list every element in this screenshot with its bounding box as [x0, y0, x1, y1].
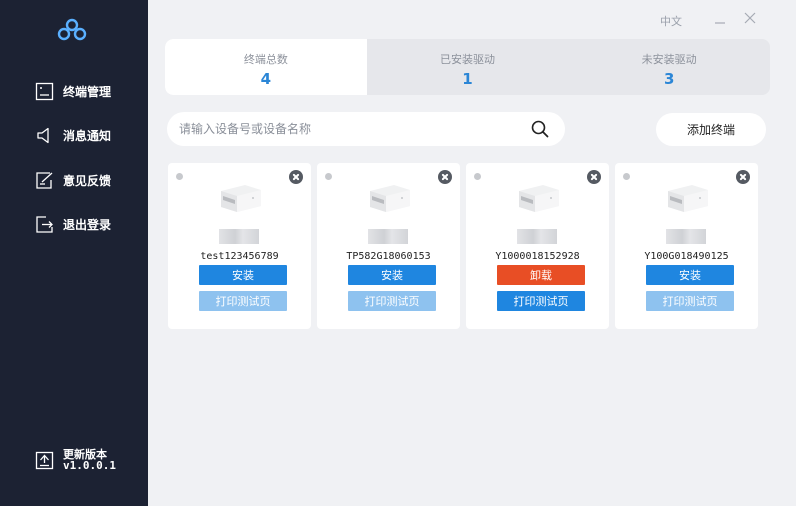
tab-total-terminals[interactable]: 终端总数 4: [165, 39, 367, 95]
tab-uninstalled-drivers[interactable]: 未安装驱动 3: [568, 39, 770, 95]
remove-terminal-icon[interactable]: [736, 170, 750, 184]
printer-icon: [668, 185, 708, 212]
device-serial: Y1000018152928: [495, 251, 580, 262]
remove-terminal-icon[interactable]: [438, 170, 452, 184]
add-terminal-button[interactable]: 添加终端: [656, 113, 766, 146]
status-dot: [474, 173, 481, 180]
install-driver-button[interactable]: 安装: [348, 265, 436, 285]
sidebar-item-label: 意见反馈: [63, 173, 112, 188]
feedback-icon: [36, 171, 53, 189]
tab-label: 未安装驱动: [641, 53, 697, 66]
device-name-redacted: [219, 229, 259, 244]
tab-count: 4: [260, 70, 272, 88]
status-dot: [325, 173, 332, 180]
terminal-card: test123456789 安装 打印测试页: [168, 163, 311, 329]
upload-icon: [35, 451, 54, 469]
device-serial: test123456789: [200, 251, 279, 262]
tab-count: 3: [663, 70, 675, 88]
uninstall-driver-button[interactable]: 卸载: [497, 265, 585, 285]
status-dot: [623, 173, 630, 180]
minimize-icon[interactable]: [712, 10, 728, 26]
app-logo-icon: [57, 18, 87, 41]
printer-icon: [519, 185, 559, 212]
update-version-button[interactable]: 更新版本 v1.0.0.1: [35, 449, 116, 471]
terminal-card: Y100G018490125 安装 打印测试页: [615, 163, 758, 329]
sidebar-item-label: 退出登录: [63, 217, 112, 232]
language-switch[interactable]: 中文: [660, 13, 682, 29]
device-name-redacted: [666, 229, 706, 244]
sidebar-item-label: 消息通知: [63, 128, 112, 143]
tab-label: 已安装驱动: [440, 53, 495, 66]
device-name-redacted: [517, 229, 557, 244]
sidebar-item-feedback[interactable]: 意见反馈: [35, 169, 111, 191]
terminal-card: TP582G18060153 安装 打印测试页: [317, 163, 460, 329]
search-box: [167, 112, 565, 146]
print-test-page-button[interactable]: 打印测试页: [348, 291, 436, 311]
print-test-page-button[interactable]: 打印测试页: [199, 291, 287, 311]
print-test-page-button[interactable]: 打印测试页: [497, 291, 585, 311]
tab-label: 终端总数: [243, 53, 288, 66]
status-dot: [176, 173, 183, 180]
remove-terminal-icon[interactable]: [289, 170, 303, 184]
tab-installed-drivers[interactable]: 已安装驱动 1: [367, 39, 569, 95]
terminal-icon: [35, 82, 54, 100]
printer-icon: [370, 185, 410, 212]
sidebar-item-notifications[interactable]: 消息通知: [35, 124, 111, 146]
device-serial: Y100G018490125: [644, 251, 729, 262]
terminal-card: Y1000018152928 卸载 打印测试页: [466, 163, 609, 329]
logout-icon: [36, 215, 53, 233]
install-driver-button[interactable]: 安装: [199, 265, 287, 285]
summary-tabs: 终端总数 4 已安装驱动 1 未安装驱动 3: [165, 39, 770, 95]
device-serial: TP582G18060153: [346, 251, 431, 262]
search-icon[interactable]: [531, 120, 549, 138]
close-icon[interactable]: [742, 10, 758, 26]
printer-icon: [221, 185, 261, 212]
version-label: v1.0.0.1: [63, 459, 116, 472]
install-driver-button[interactable]: 安装: [646, 265, 734, 285]
device-name-redacted: [368, 229, 408, 244]
search-input[interactable]: [179, 112, 519, 146]
sidebar-item-label: 终端管理: [63, 84, 112, 99]
tab-count: 1: [462, 70, 473, 88]
print-test-page-button[interactable]: 打印测试页: [646, 291, 734, 311]
sidebar-item-terminal-management[interactable]: 终端管理: [35, 80, 111, 102]
sidebar-item-logout[interactable]: 退出登录: [35, 213, 111, 235]
remove-terminal-icon[interactable]: [587, 170, 601, 184]
speaker-icon: [37, 127, 49, 143]
sidebar: 终端管理 消息通知 意见反馈 退出登录 更新版本 v1.0.0.1: [0, 0, 148, 506]
